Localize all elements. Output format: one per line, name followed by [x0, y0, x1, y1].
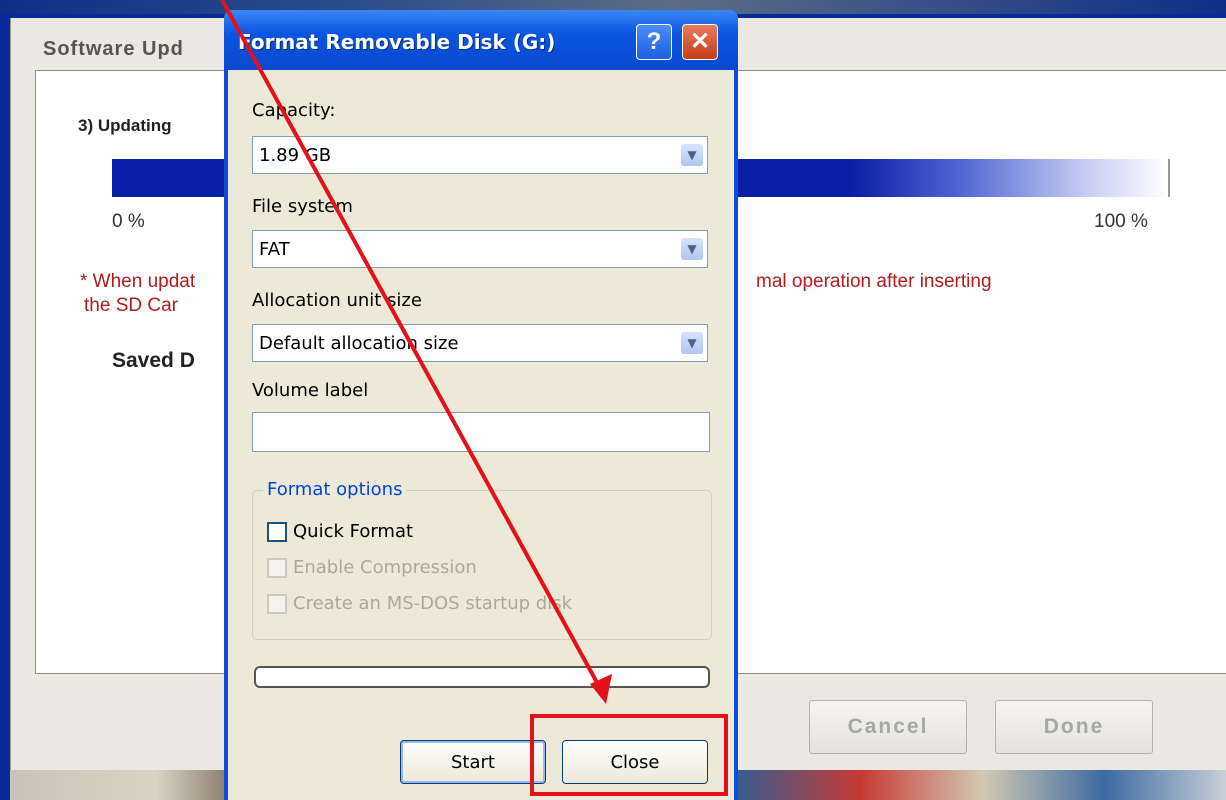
capacity-value: 1.89 GB [259, 145, 332, 166]
warning-text-line1-left: * When updat [80, 271, 196, 292]
help-button[interactable]: ? [636, 24, 672, 60]
allocation-unit-label: Allocation unit size [252, 290, 422, 311]
chevron-down-icon[interactable]: ▼ [681, 238, 703, 260]
update-step-label: 3) Updating [78, 116, 172, 135]
start-button[interactable]: Start [400, 740, 546, 784]
format-dialog-body: Capacity: 1.89 GB ▼ File system FAT ▼ Al… [228, 70, 734, 800]
enable-compression-checkbox [267, 558, 287, 578]
volume-label-input[interactable] [252, 412, 710, 452]
quick-format-label: Quick Format [293, 521, 414, 542]
done-button[interactable]: Done [995, 700, 1153, 754]
enable-compression-option: Enable Compression [267, 557, 477, 578]
software-update-title: Software Upd [43, 38, 184, 60]
warning-text-line2: the SD Car [84, 295, 178, 316]
quick-format-checkbox[interactable] [267, 522, 287, 542]
warning-text-line1-right: mal operation after inserting [756, 271, 992, 292]
saved-status-text: Saved D [112, 349, 195, 372]
progress-end-label: 100 % [1094, 211, 1148, 232]
format-dialog-title: Format Removable Disk (G:) [238, 30, 556, 54]
format-dialog-titlebar[interactable]: Format Removable Disk (G:) ? ✕ [224, 10, 738, 70]
quick-format-option[interactable]: Quick Format [267, 521, 413, 542]
capacity-select[interactable]: 1.89 GB ▼ [252, 136, 708, 174]
capacity-label: Capacity: [252, 100, 336, 121]
format-options-legend: Format options [263, 479, 407, 500]
file-system-label: File system [252, 196, 353, 217]
msdos-startup-option: Create an MS-DOS startup disk [267, 593, 572, 614]
format-options-group: Format options Quick Format Enable Compr… [252, 479, 712, 640]
format-dialog: Format Removable Disk (G:) ? ✕ Capacity:… [224, 10, 738, 800]
close-button-highlight-box [530, 714, 728, 796]
allocation-unit-select[interactable]: Default allocation size ▼ [252, 324, 708, 362]
progress-start-label: 0 % [112, 211, 145, 232]
cancel-button[interactable]: Cancel [809, 700, 967, 754]
file-system-value: FAT [259, 239, 290, 260]
chevron-down-icon[interactable]: ▼ [681, 144, 703, 166]
msdos-startup-label: Create an MS-DOS startup disk [293, 593, 573, 614]
allocation-unit-value: Default allocation size [259, 333, 459, 354]
volume-label-label: Volume label [252, 380, 369, 401]
msdos-startup-checkbox [267, 594, 287, 614]
close-icon[interactable]: ✕ [682, 24, 718, 60]
chevron-down-icon[interactable]: ▼ [681, 332, 703, 354]
enable-compression-label: Enable Compression [293, 557, 477, 578]
file-system-select[interactable]: FAT ▼ [252, 230, 708, 268]
format-progress-bar [254, 666, 710, 688]
